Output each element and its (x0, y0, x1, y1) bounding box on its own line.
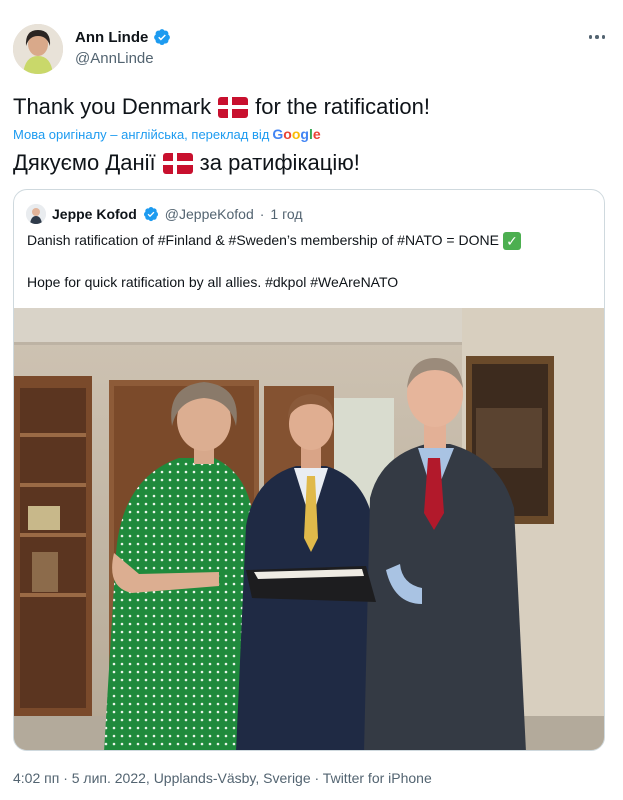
google-logo: Google (272, 126, 321, 142)
quote-author-name: Jeppe Kofod (52, 206, 137, 222)
quote-author-avatar (26, 204, 46, 224)
quote-header: Jeppe Kofod @JeppeKofod · 1 год (26, 204, 303, 224)
translated-text-after: за ратифікацію! (199, 150, 360, 175)
author-handle[interactable]: @AnnLinde (75, 50, 154, 67)
quote-photo[interactable] (14, 308, 605, 751)
quote-author-handle: @JeppeKofod (164, 206, 254, 222)
translation-note[interactable]: Мова оригіналу – англійська, переклад ві… (13, 126, 321, 142)
tweet-text: Thank you Denmark for the ratification! (13, 94, 430, 120)
tweet-text-after: for the ratification! (255, 94, 430, 119)
denmark-flag-emoji (162, 152, 193, 174)
check-mark-icon: ✓ (502, 231, 521, 250)
tweet-text-before: Thank you Denmark (13, 94, 212, 119)
verified-badge-icon (143, 207, 158, 222)
separator-dot: · (259, 206, 265, 222)
quote-timestamp: 1 год (270, 206, 303, 222)
translation-note-text: Мова оригіналу – англійська, переклад ві… (13, 126, 270, 142)
author-name-row: Ann Linde (75, 28, 171, 46)
denmark-flag-emoji (218, 96, 249, 118)
quote-tweet-card[interactable]: Jeppe Kofod @JeppeKofod · 1 год Danish r… (13, 189, 605, 751)
quote-text-line-1: Danish ratification of #Finland & #Swede… (27, 231, 521, 250)
translated-text: Дякуємо Данії за ратифікацію! (13, 150, 360, 176)
verified-badge-icon (154, 29, 171, 45)
translated-text-before: Дякуємо Данії (13, 150, 156, 175)
tweet-meta-footer: 4:02 пп · 5 лип. 2022, Upplands-Väsby, S… (13, 770, 432, 786)
author-name[interactable]: Ann Linde (75, 29, 148, 46)
quote-text-1: Danish ratification of #Finland & #Swede… (27, 232, 499, 248)
author-avatar[interactable] (13, 24, 63, 74)
quote-text-line-2: Hope for quick ratification by all allie… (27, 274, 399, 290)
more-options-icon[interactable] (586, 26, 608, 48)
